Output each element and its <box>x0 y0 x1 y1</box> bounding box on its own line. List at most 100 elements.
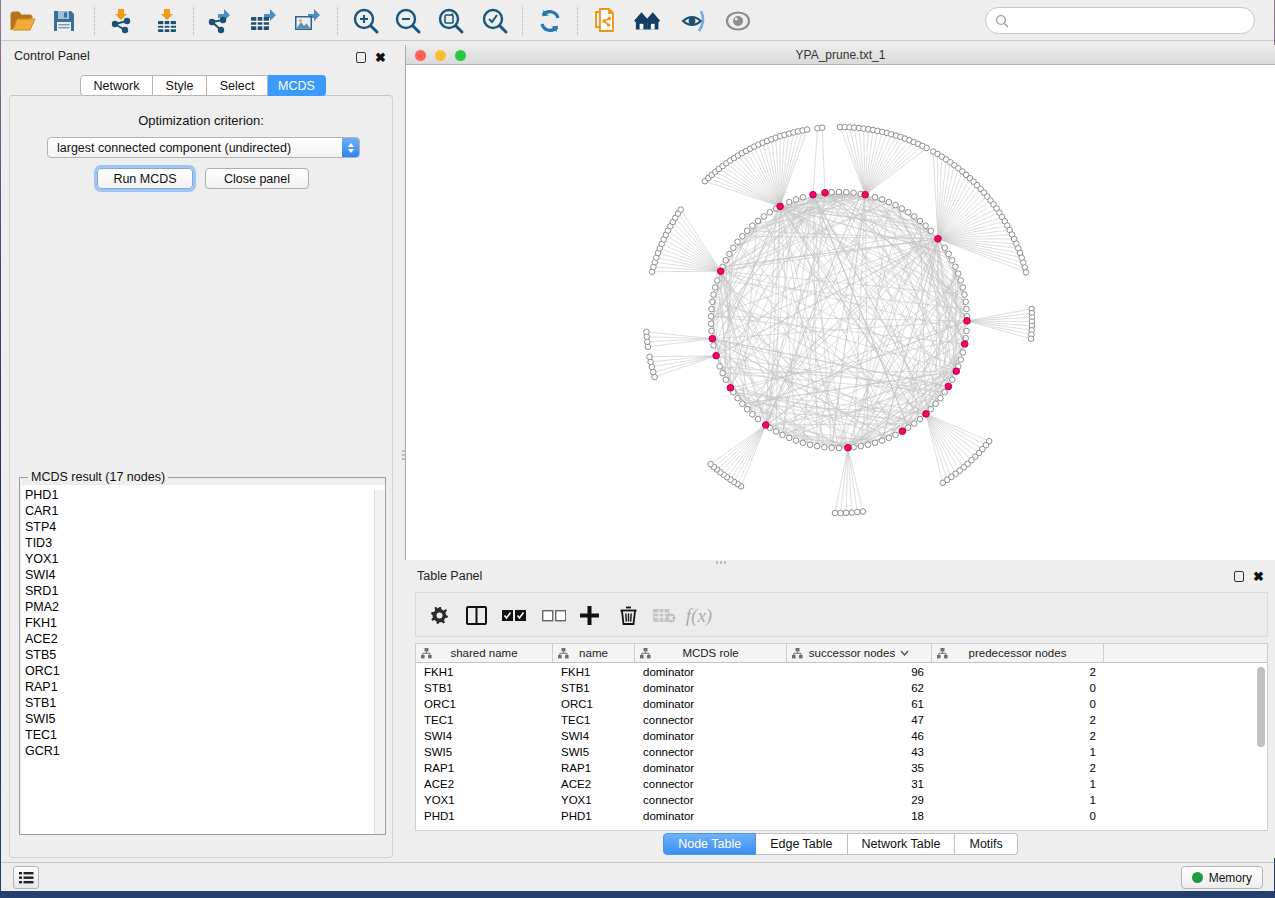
table-row[interactable]: ORC1ORC1dominator610 <box>416 696 1267 712</box>
save-session-icon[interactable] <box>49 7 79 35</box>
table-row[interactable]: SWI5SWI5connector431 <box>416 744 1267 760</box>
graph-node[interactable] <box>872 194 878 200</box>
graph-node[interactable] <box>960 285 966 291</box>
mcds-result-item[interactable]: SWI5 <box>21 711 385 727</box>
graph-node-dominator[interactable] <box>727 385 734 392</box>
graph-node-dominator[interactable] <box>862 191 869 198</box>
graph-node[interactable] <box>960 350 966 356</box>
graph-node[interactable] <box>964 306 970 312</box>
graph-node[interactable] <box>761 214 767 220</box>
graph-node[interactable] <box>829 445 835 451</box>
graph-node-dominator[interactable] <box>777 203 784 210</box>
graph-node[interactable] <box>923 223 929 229</box>
network-canvas[interactable] <box>406 65 1275 560</box>
select-all-icon[interactable] <box>502 593 526 638</box>
zoom-out-icon[interactable] <box>393 7 423 35</box>
graph-node-dominator[interactable] <box>923 411 930 418</box>
graph-node[interactable] <box>949 377 955 383</box>
column-header-name[interactable]: name <box>553 644 635 662</box>
graph-node[interactable] <box>710 299 716 305</box>
close-panel-button[interactable]: Close panel <box>205 168 309 189</box>
tab-select[interactable]: Select <box>207 75 268 96</box>
graph-node[interactable] <box>1023 270 1029 276</box>
table-row[interactable]: PHD1PHD1dominator180 <box>416 808 1267 824</box>
graph-node[interactable] <box>814 443 820 449</box>
graph-node[interactable] <box>644 329 650 335</box>
graph-node[interactable] <box>709 328 715 334</box>
graph-node[interactable] <box>905 425 911 431</box>
graph-node[interactable] <box>865 442 871 448</box>
graph-node[interactable] <box>958 357 964 363</box>
graph-node[interactable] <box>953 264 959 270</box>
graph-node[interactable] <box>740 233 746 239</box>
graph-node[interactable] <box>750 223 756 229</box>
mcds-result-item[interactable]: STB5 <box>21 647 385 663</box>
graph-node[interactable] <box>836 189 842 195</box>
graph-node[interactable] <box>893 432 899 438</box>
graph-node[interactable] <box>804 127 810 133</box>
graph-node[interactable] <box>949 258 955 264</box>
graph-node[interactable] <box>744 228 750 234</box>
graph-node[interactable] <box>963 299 969 305</box>
table-row[interactable]: ACE2ACE2connector311 <box>416 776 1267 792</box>
mcds-result-item[interactable]: SRD1 <box>21 583 385 599</box>
zoom-in-icon[interactable] <box>351 7 381 35</box>
mcds-list-scrollbar[interactable] <box>374 490 385 834</box>
graph-node[interactable] <box>786 435 792 441</box>
tab-motifs[interactable]: Motifs <box>955 833 1017 855</box>
graph-node-dominator[interactable] <box>845 444 852 451</box>
graph-node[interactable] <box>711 343 717 349</box>
graph-node[interactable] <box>851 190 857 196</box>
mcds-result-item[interactable]: FKH1 <box>21 615 385 631</box>
mcds-result-item[interactable]: YOX1 <box>21 551 385 567</box>
graph-node[interactable] <box>911 214 917 220</box>
graph-node[interactable] <box>723 258 729 264</box>
mcds-result-item[interactable]: STB1 <box>21 695 385 711</box>
graph-node[interactable] <box>793 197 799 203</box>
refresh-layout-icon[interactable] <box>535 7 565 35</box>
graph-node[interactable] <box>938 395 944 401</box>
run-mcds-button[interactable]: Run MCDS <box>97 168 193 189</box>
mcds-result-item[interactable]: TEC1 <box>21 727 385 743</box>
show-columns-icon[interactable] <box>465 593 487 638</box>
graph-node[interactable] <box>735 395 741 401</box>
graph-node[interactable] <box>855 509 861 515</box>
graph-node[interactable] <box>942 389 948 395</box>
table-float-panel-icon[interactable] <box>1234 571 1244 582</box>
tab-edge-table[interactable]: Edge Table <box>756 833 847 855</box>
graph-node[interactable] <box>886 435 892 441</box>
table-row[interactable]: TEC1TEC1connector472 <box>416 712 1267 728</box>
graph-node-dominator[interactable] <box>899 428 906 435</box>
graph-node[interactable] <box>829 189 835 195</box>
table-row[interactable]: SWI4SWI4dominator462 <box>416 728 1267 744</box>
mcds-result-item[interactable]: STP4 <box>21 519 385 535</box>
graph-node[interactable] <box>727 251 733 257</box>
table-close-panel-icon[interactable]: ✖ <box>1253 571 1264 582</box>
export-table-icon[interactable] <box>248 7 278 35</box>
graph-node[interactable] <box>720 370 726 376</box>
optimization-dropdown[interactable]: largest connected component (undirected) <box>47 137 360 158</box>
zoom-fit-icon[interactable] <box>436 7 466 35</box>
graph-node-dominator[interactable] <box>717 268 724 275</box>
graph-node[interactable] <box>905 210 911 216</box>
import-network-icon[interactable] <box>106 7 136 35</box>
memory-button[interactable]: Memory <box>1181 866 1263 889</box>
graph-node[interactable] <box>849 510 855 516</box>
graph-node[interactable] <box>708 461 714 467</box>
tab-mcds[interactable]: MCDS <box>268 75 326 96</box>
mcds-result-item[interactable]: GCR1 <box>21 743 385 759</box>
graph-node[interactable] <box>731 245 737 251</box>
graph-node[interactable] <box>822 444 828 450</box>
graph-node[interactable] <box>715 278 721 284</box>
graph-node[interactable] <box>893 202 899 208</box>
graph-node[interactable] <box>886 199 892 205</box>
graph-node-dominator[interactable] <box>945 383 952 390</box>
graph-node[interactable] <box>807 442 813 448</box>
graph-node-dominator[interactable] <box>709 335 716 342</box>
graph-node-dominator[interactable] <box>964 318 971 325</box>
graph-node[interactable] <box>958 278 964 284</box>
graph-node[interactable] <box>647 354 653 360</box>
network-titlebar[interactable]: YPA_prune.txt_1 <box>406 45 1275 65</box>
task-history-button[interactable] <box>13 866 39 889</box>
graph-node[interactable] <box>712 285 718 291</box>
